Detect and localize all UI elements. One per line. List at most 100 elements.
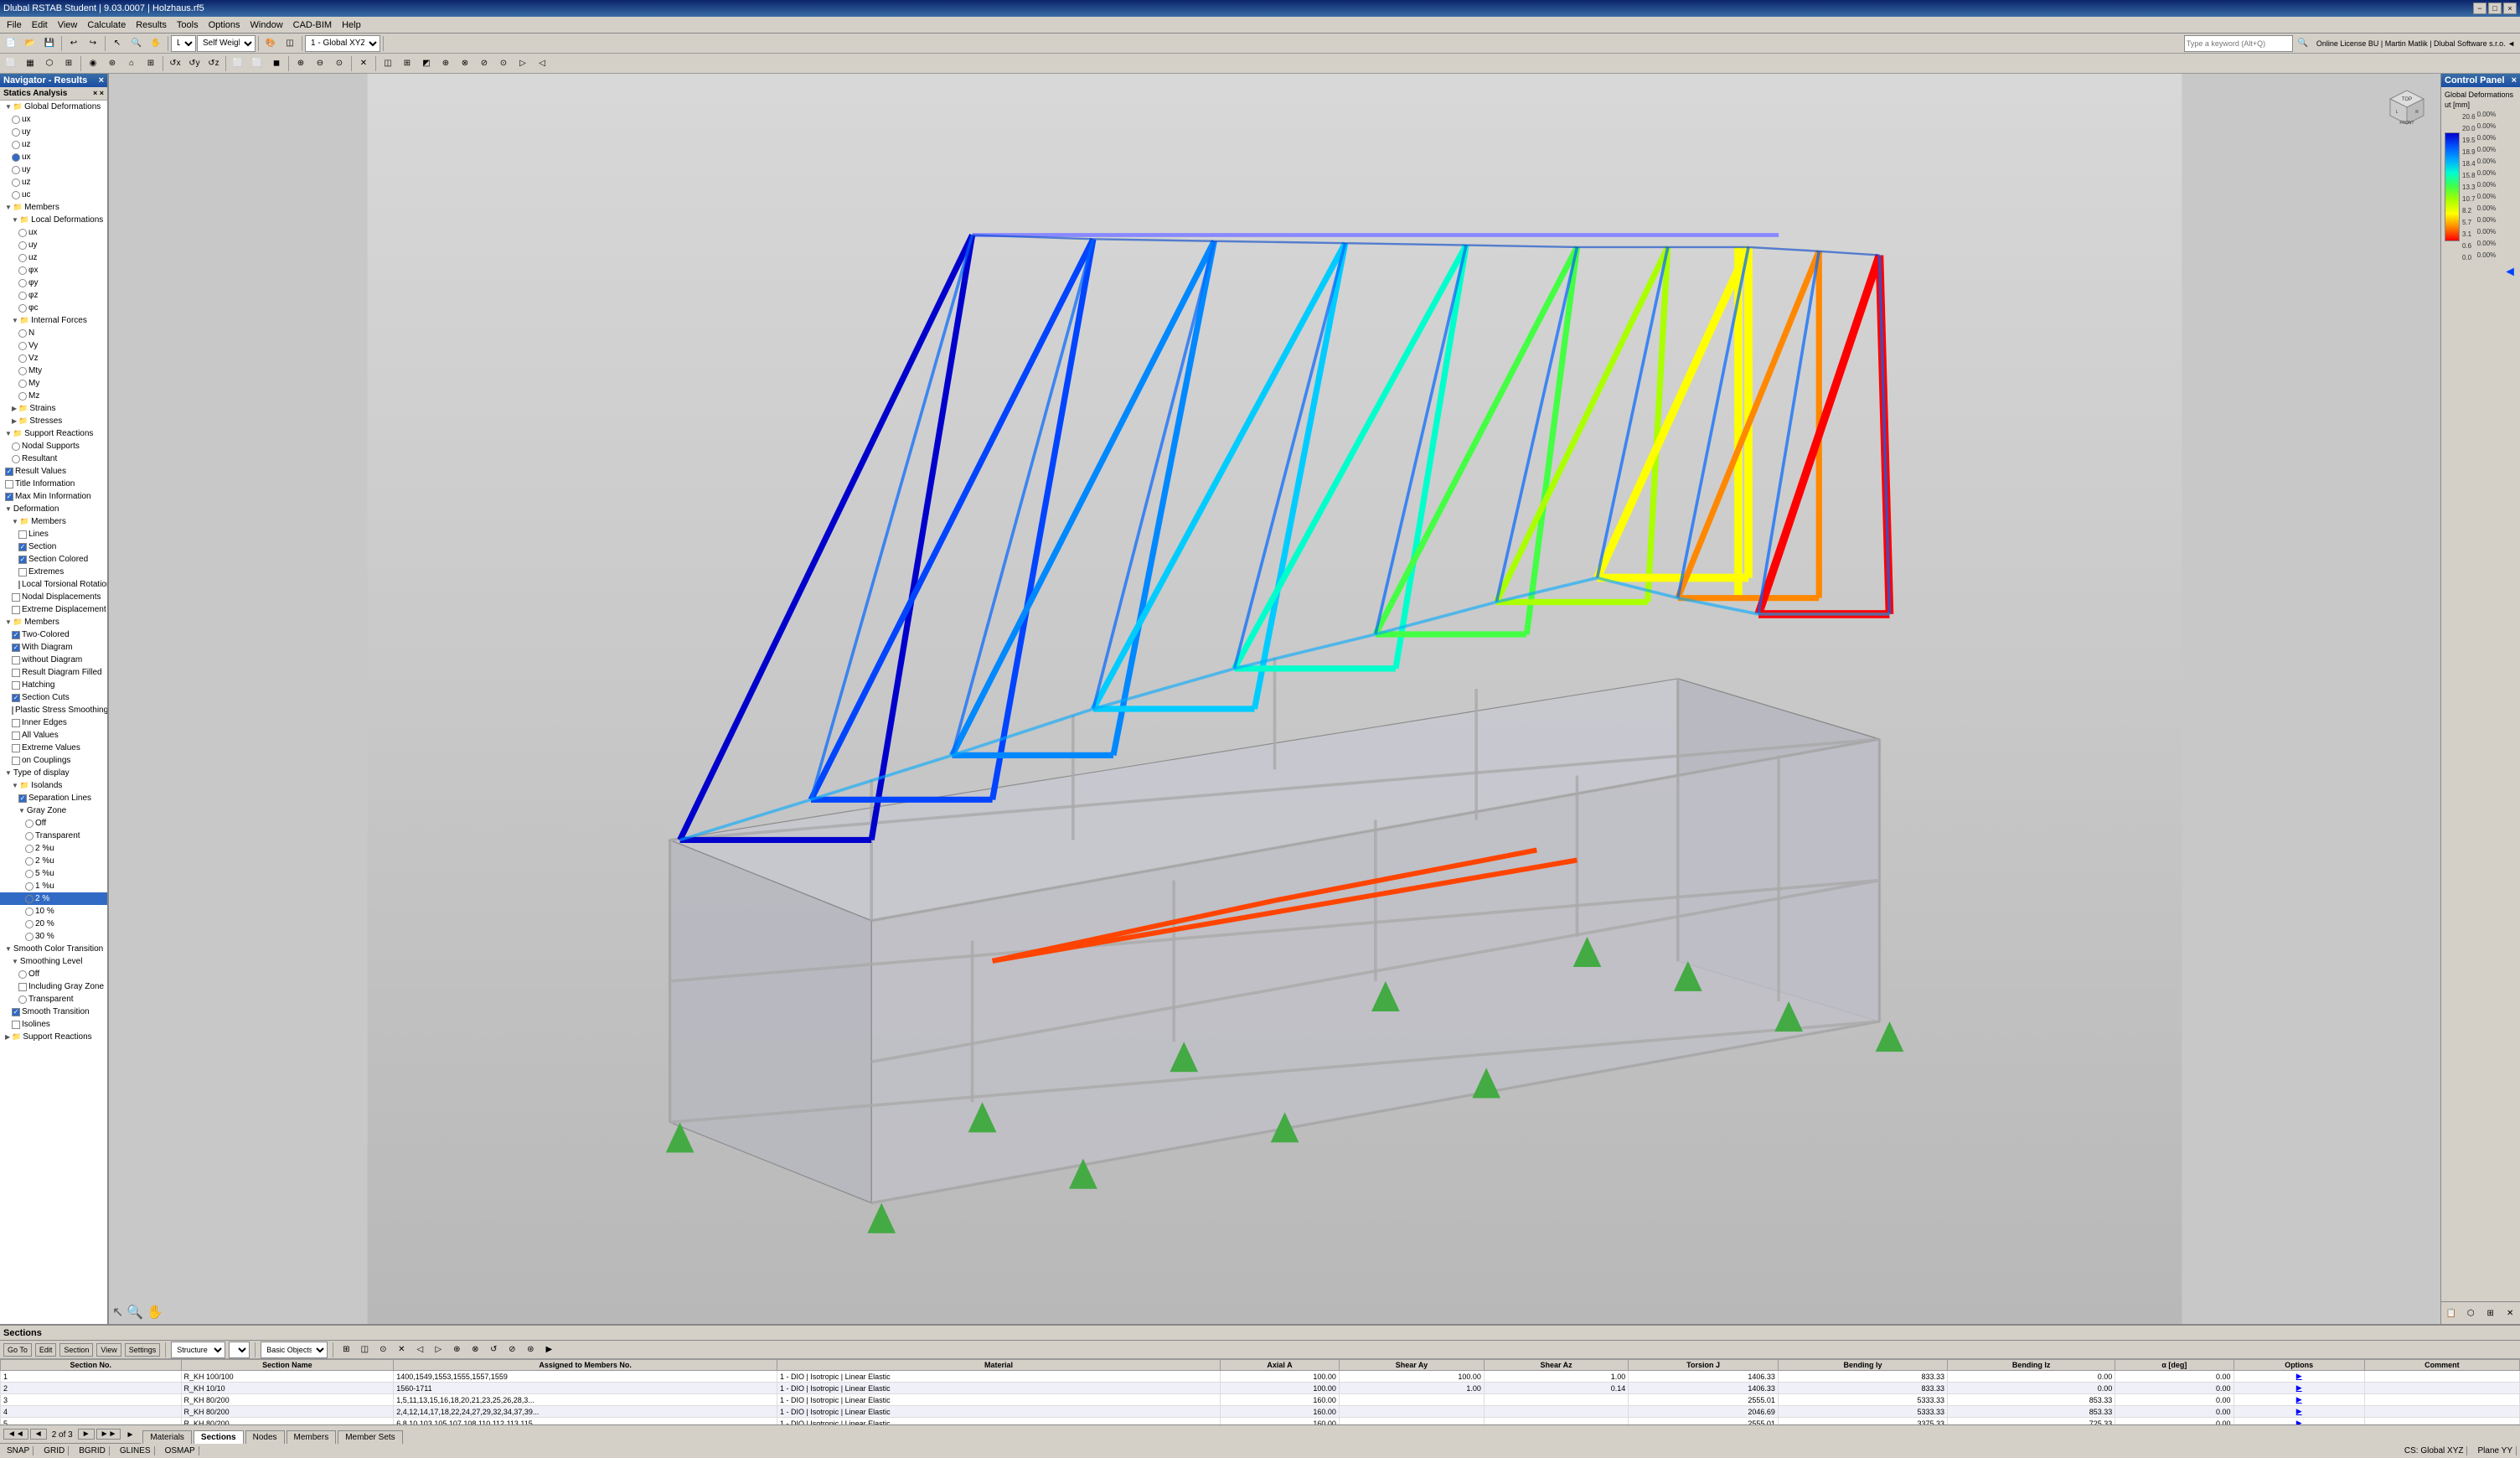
nav-prev[interactable]: ◄ bbox=[30, 1429, 47, 1440]
tree-title-info[interactable]: Title Information bbox=[0, 478, 107, 490]
table-btn-2[interactable]: ◫ bbox=[357, 1342, 372, 1357]
tree-uz2[interactable]: uz bbox=[0, 176, 107, 189]
tree-without-diagram[interactable]: without Diagram bbox=[0, 654, 107, 666]
settings-button[interactable]: Settings bbox=[125, 1343, 161, 1357]
tree-resultant[interactable]: Resultant bbox=[0, 452, 107, 465]
tree-gray-zone[interactable]: ▼ Gray Zone bbox=[0, 804, 107, 817]
tree-support-reactions2[interactable]: ▶ 📁 Support Reactions bbox=[0, 1031, 107, 1043]
status-grid[interactable]: GRID bbox=[40, 1446, 69, 1455]
tree-My[interactable]: My bbox=[0, 377, 107, 390]
tree-gz-30p[interactable]: 30 % bbox=[0, 930, 107, 943]
rotate-x[interactable]: ↺x bbox=[166, 54, 184, 73]
tree-result-values[interactable]: ✓ Result Values bbox=[0, 465, 107, 478]
save-button[interactable]: 💾 bbox=[40, 34, 59, 53]
tree-Vz[interactable]: Vz bbox=[0, 352, 107, 364]
minimize-button[interactable]: − bbox=[2473, 3, 2486, 14]
pan-button[interactable]: ✋ bbox=[147, 34, 165, 53]
zoom-button[interactable]: 🔍 bbox=[127, 34, 146, 53]
menu-calculate[interactable]: Calculate bbox=[82, 18, 131, 32]
new-button[interactable]: 📄 bbox=[2, 34, 20, 53]
status-snap[interactable]: SNAP bbox=[3, 1446, 34, 1455]
tree-uy2[interactable]: uy bbox=[0, 163, 107, 176]
rotate-y[interactable]: ↺y bbox=[185, 54, 204, 73]
table-btn-10[interactable]: ⊘ bbox=[504, 1342, 519, 1357]
dim1[interactable]: ◫ bbox=[379, 54, 397, 73]
tree-sm-incl-gray[interactable]: Including Gray Zone bbox=[0, 980, 107, 993]
tree-members3[interactable]: ▼ 📁 Members bbox=[0, 616, 107, 628]
status-osmap[interactable]: OSMAP bbox=[162, 1446, 199, 1455]
maximize-button[interactable]: □ bbox=[2488, 3, 2502, 14]
tree-deformation[interactable]: ▼ Deformation bbox=[0, 503, 107, 515]
undo-button[interactable]: ↩ bbox=[65, 34, 83, 53]
tree-loc-phix[interactable]: φx bbox=[0, 264, 107, 277]
tab-sections[interactable]: Sections bbox=[194, 1430, 244, 1444]
menu-view[interactable]: View bbox=[53, 18, 83, 32]
dim2[interactable]: ⊞ bbox=[398, 54, 416, 73]
structure-dropdown[interactable]: Structure bbox=[171, 1342, 225, 1358]
menu-help[interactable]: Help bbox=[337, 18, 366, 32]
rotate-z[interactable]: ↺z bbox=[204, 54, 223, 73]
cp-close[interactable]: × bbox=[2512, 75, 2517, 85]
tree-separation-lines[interactable]: ✓ Separation Lines bbox=[0, 792, 107, 804]
tb2-8[interactable]: ⊞ bbox=[142, 54, 160, 73]
table-row[interactable]: 1 R_KH 100/100 1400,1549,1553,1555,1557,… bbox=[1, 1371, 2520, 1383]
tree-sm-transparent[interactable]: Transparent bbox=[0, 993, 107, 1006]
tree-inner-edges[interactable]: Inner Edges bbox=[0, 716, 107, 729]
nav-tree[interactable]: ▼ 📁 Global Deformations ux uy uz ux bbox=[0, 101, 107, 1324]
status-bgrid[interactable]: BGRID bbox=[75, 1446, 110, 1455]
tree-result-diagram-filled[interactable]: Result Diagram Filled bbox=[0, 666, 107, 679]
rp-icon-1[interactable]: 📋 bbox=[2443, 1304, 2460, 1322]
tree-global-deformations[interactable]: ▼ 📁 Global Deformations bbox=[0, 101, 107, 113]
tree-isolands[interactable]: ▼ 📁 Isolands bbox=[0, 779, 107, 792]
tree-uz1[interactable]: uz bbox=[0, 138, 107, 151]
tb2-5[interactable]: ◉ bbox=[84, 54, 102, 73]
table-btn-4[interactable]: ✕ bbox=[394, 1342, 409, 1357]
table-row[interactable]: 2 R_KH 10/10 1560-1711 1 - DIO | Isotrop… bbox=[1, 1383, 2520, 1394]
tree-gz-20p[interactable]: 20 % bbox=[0, 918, 107, 930]
tree-smooth-color[interactable]: ▼ Smooth Color Transition bbox=[0, 943, 107, 955]
data-table[interactable]: Section No. Section Name Assigned to Mem… bbox=[0, 1359, 2520, 1424]
table-btn-9[interactable]: ↺ bbox=[486, 1342, 501, 1357]
edit-button[interactable]: Edit bbox=[35, 1343, 57, 1357]
search-input[interactable] bbox=[2184, 35, 2293, 52]
tb2-4[interactable]: ⊞ bbox=[59, 54, 78, 73]
tree-local-torsional[interactable]: Local Torsional Rotations bbox=[0, 578, 107, 591]
tree-section-colored[interactable]: ✓ Section Colored bbox=[0, 553, 107, 566]
redo-button[interactable]: ↪ bbox=[84, 34, 102, 53]
select-button[interactable]: ↖ bbox=[108, 34, 127, 53]
filter-dropdown[interactable]: Basic Objects bbox=[261, 1342, 328, 1358]
tb2-1[interactable]: ⬜ bbox=[2, 54, 20, 73]
rp-icon-3[interactable]: ⊞ bbox=[2482, 1304, 2499, 1322]
table-btn-5[interactable]: ◁ bbox=[412, 1342, 427, 1357]
tree-all-values[interactable]: All Values bbox=[0, 729, 107, 742]
table-row[interactable]: 4 R_KH 80/200 2,4,12,14,17,18,22,24,27,2… bbox=[1, 1406, 2520, 1418]
viewport-icon-3[interactable]: ✋ bbox=[147, 1304, 163, 1321]
tree-gz-5u[interactable]: 5 %u bbox=[0, 867, 107, 880]
viewport[interactable]: TOP L R FRONT ↖ 🔍 ✋ bbox=[109, 74, 2440, 1324]
tree-nodal-supports[interactable]: Nodal Supports bbox=[0, 440, 107, 452]
dim4[interactable]: ⊕ bbox=[436, 54, 455, 73]
tree-extremes[interactable]: Extremes bbox=[0, 566, 107, 578]
tree-ux2[interactable]: ux bbox=[0, 151, 107, 163]
dim5[interactable]: ⊗ bbox=[456, 54, 474, 73]
menu-window[interactable]: Window bbox=[245, 18, 288, 32]
table-row[interactable]: 3 R_KH 80/200 1,5,11,13,15,16,18,20,21,2… bbox=[1, 1394, 2520, 1406]
dim6[interactable]: ⊘ bbox=[475, 54, 493, 73]
view-3d[interactable]: ◼ bbox=[267, 54, 286, 73]
nav-cube[interactable]: TOP L R FRONT bbox=[2382, 82, 2432, 132]
search-button[interactable]: 🔍 bbox=[2294, 34, 2312, 53]
tree-section[interactable]: ✓ Section bbox=[0, 540, 107, 553]
menu-file[interactable]: File bbox=[2, 18, 27, 32]
cell-options[interactable]: ▶ bbox=[2233, 1383, 2364, 1394]
view-top[interactable]: ⬜ bbox=[248, 54, 266, 73]
tree-results-couplings[interactable]: on Couplings bbox=[0, 754, 107, 767]
tb2-6[interactable]: ⊛ bbox=[103, 54, 121, 73]
menu-results[interactable]: Results bbox=[131, 18, 172, 32]
tree-Vy[interactable]: Vy bbox=[0, 339, 107, 352]
tree-loc-phic[interactable]: φc bbox=[0, 302, 107, 314]
tb2-2[interactable]: ▦ bbox=[21, 54, 39, 73]
nav-last[interactable]: ►► bbox=[96, 1429, 121, 1440]
tree-gz-1u[interactable]: 1 %u bbox=[0, 880, 107, 892]
view-dropdown[interactable]: 1 - Global XYZ bbox=[305, 35, 380, 52]
table-row[interactable]: 5 R_KH 80/200 6,8,10,103,105,107,108,110… bbox=[1, 1418, 2520, 1425]
